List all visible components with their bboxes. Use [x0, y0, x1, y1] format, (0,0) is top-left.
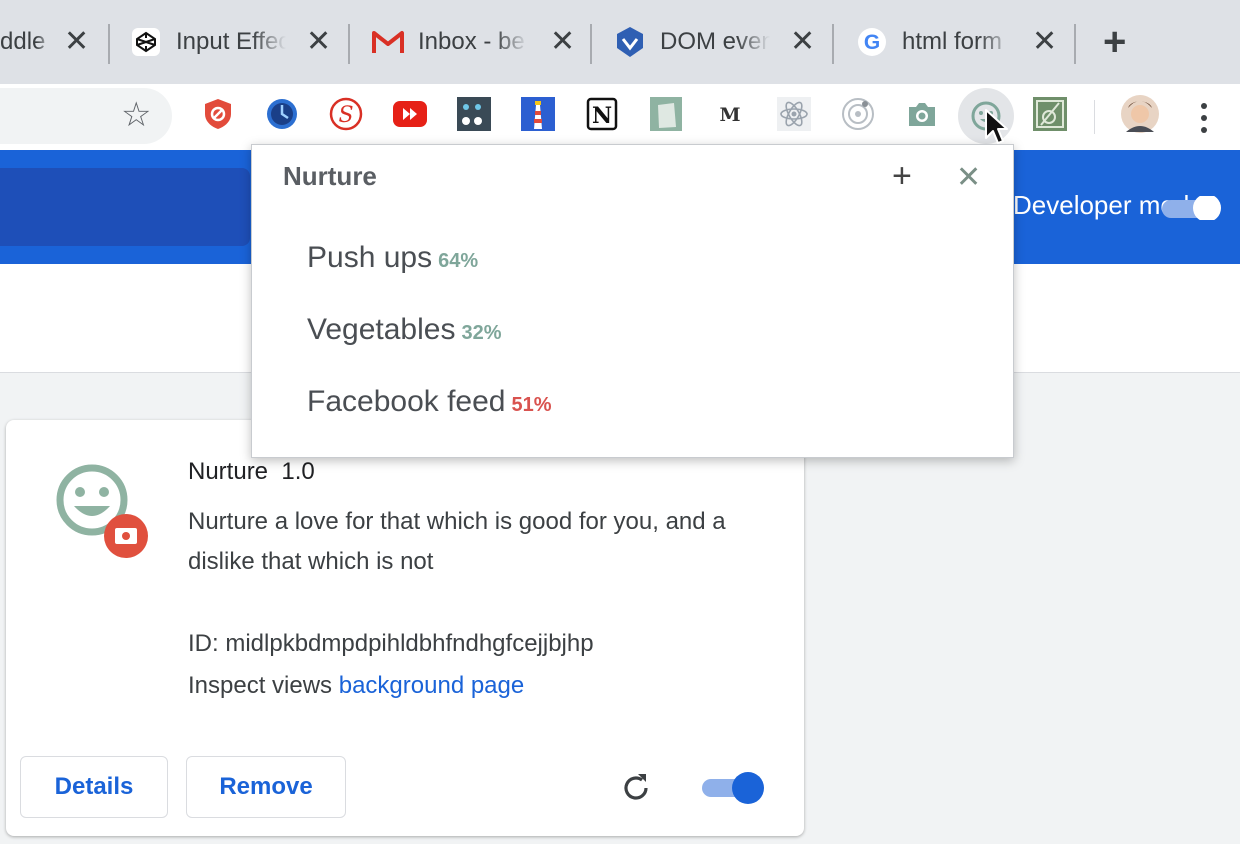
tab-gmail[interactable]: Inbox - be: [372, 0, 528, 84]
habit-name: Vegetables: [307, 313, 456, 346]
lighthouse-icon[interactable]: [520, 96, 556, 132]
tab-title: ddle: [0, 28, 46, 55]
habit-percent: 64%: [438, 250, 479, 272]
new-tab-plus-icon[interactable]: +: [1103, 22, 1126, 62]
svg-text:S: S: [338, 103, 353, 128]
background-page-link[interactable]: background page: [339, 672, 524, 699]
medium-icon[interactable]: M: [712, 96, 748, 132]
habit-percent: 32%: [461, 322, 502, 344]
details-button[interactable]: Details: [20, 756, 168, 818]
popup-title: Nurture: [283, 161, 377, 191]
tab-title: html form: [902, 28, 1003, 55]
tab-jsfiddle[interactable]: ddle: [0, 0, 52, 84]
clock-globe-icon[interactable]: [264, 96, 300, 132]
inspect-views: Inspect views background page: [188, 672, 524, 700]
developer-mode-toggle[interactable]: [1162, 196, 1222, 220]
mouse-cursor-icon: [985, 109, 1008, 144]
tab-close-icon[interactable]: ✕: [1032, 27, 1057, 57]
tab-separator: [348, 24, 350, 64]
habit-name: Facebook feed: [307, 385, 506, 418]
browser-toolbar: ☆ S N M: [0, 84, 1240, 150]
tab-close-icon[interactable]: ✕: [790, 27, 815, 57]
reload-icon[interactable]: [618, 770, 654, 806]
dots-face-icon[interactable]: [456, 96, 492, 132]
toolbar-divider: [1094, 100, 1095, 134]
tab-title: DOM even: [660, 28, 770, 55]
habit-item[interactable]: Push ups 64%: [307, 241, 478, 275]
nurture-popup: Nurture + ✕ Push ups 64% Vegetables 32% Fa…: [251, 144, 1014, 458]
gmail-icon: [372, 26, 404, 58]
codepen-icon: [130, 26, 162, 58]
extension-version: 1.0: [281, 458, 315, 485]
tab-close-icon[interactable]: ✕: [306, 27, 331, 57]
extension-enable-toggle[interactable]: [702, 772, 766, 804]
paper-icon[interactable]: [648, 96, 684, 132]
extension-title: Nurture: [188, 458, 269, 485]
camera-icon[interactable]: [904, 96, 940, 132]
tab-dom-events[interactable]: DOM even: [614, 0, 770, 84]
tab-separator: [590, 24, 592, 64]
tab-codepen[interactable]: Input Effects: [130, 0, 286, 84]
svg-text:G: G: [864, 31, 880, 54]
extension-description: Nurture a love for that which is good fo…: [188, 508, 726, 575]
target-icon[interactable]: [840, 96, 876, 132]
frame-icon[interactable]: [1032, 96, 1068, 132]
habit-item[interactable]: Facebook feed 51%: [307, 385, 552, 419]
tab-title: Inbox - be: [418, 28, 525, 55]
ublock-icon[interactable]: [200, 96, 236, 132]
tab-close-icon[interactable]: ✕: [64, 27, 89, 57]
nurture-logo-icon: [56, 464, 148, 558]
extension-card: Nurture 1.0 Nurture a love for that whic…: [6, 420, 804, 836]
bookmark-star-icon[interactable]: ☆: [121, 98, 151, 132]
add-habit-plus-icon[interactable]: +: [892, 159, 912, 193]
more-menu-icon[interactable]: [1194, 98, 1214, 138]
tab-title: Input Effects: [176, 28, 286, 55]
extension-name: Nurture 1.0: [188, 458, 315, 486]
avatar[interactable]: [1120, 94, 1160, 134]
tab-strip: ddle ✕ Input Effects ✕ Inbox - be ✕ DOM …: [0, 0, 1240, 84]
tab-close-icon[interactable]: ✕: [550, 27, 575, 57]
youtube-icon[interactable]: [392, 96, 428, 132]
tab-separator: [108, 24, 110, 64]
extension-id: ID: midlpkbdmpdpihldbhfndhgfcejjbjhp: [188, 630, 594, 657]
inspect-label: Inspect views: [188, 672, 339, 699]
tab-google[interactable]: G html form: [856, 0, 1012, 84]
script-s-icon[interactable]: S: [328, 96, 364, 132]
shield-logo-icon: [614, 26, 646, 58]
tab-separator: [832, 24, 834, 64]
search-extensions-box[interactable]: [0, 168, 250, 246]
habit-item[interactable]: Vegetables 32%: [307, 313, 502, 347]
remove-button[interactable]: Remove: [186, 756, 346, 818]
habit-name: Push ups: [307, 241, 433, 274]
habit-percent: 51%: [511, 394, 552, 416]
google-icon: G: [856, 26, 888, 58]
close-icon[interactable]: ✕: [956, 163, 981, 193]
tab-separator: [1074, 24, 1076, 64]
react-icon[interactable]: [776, 96, 812, 132]
address-bar[interactable]: ☆: [0, 88, 172, 144]
svg-text:N: N: [592, 103, 612, 129]
notion-icon[interactable]: N: [584, 96, 620, 132]
svg-text:M: M: [719, 104, 740, 126]
